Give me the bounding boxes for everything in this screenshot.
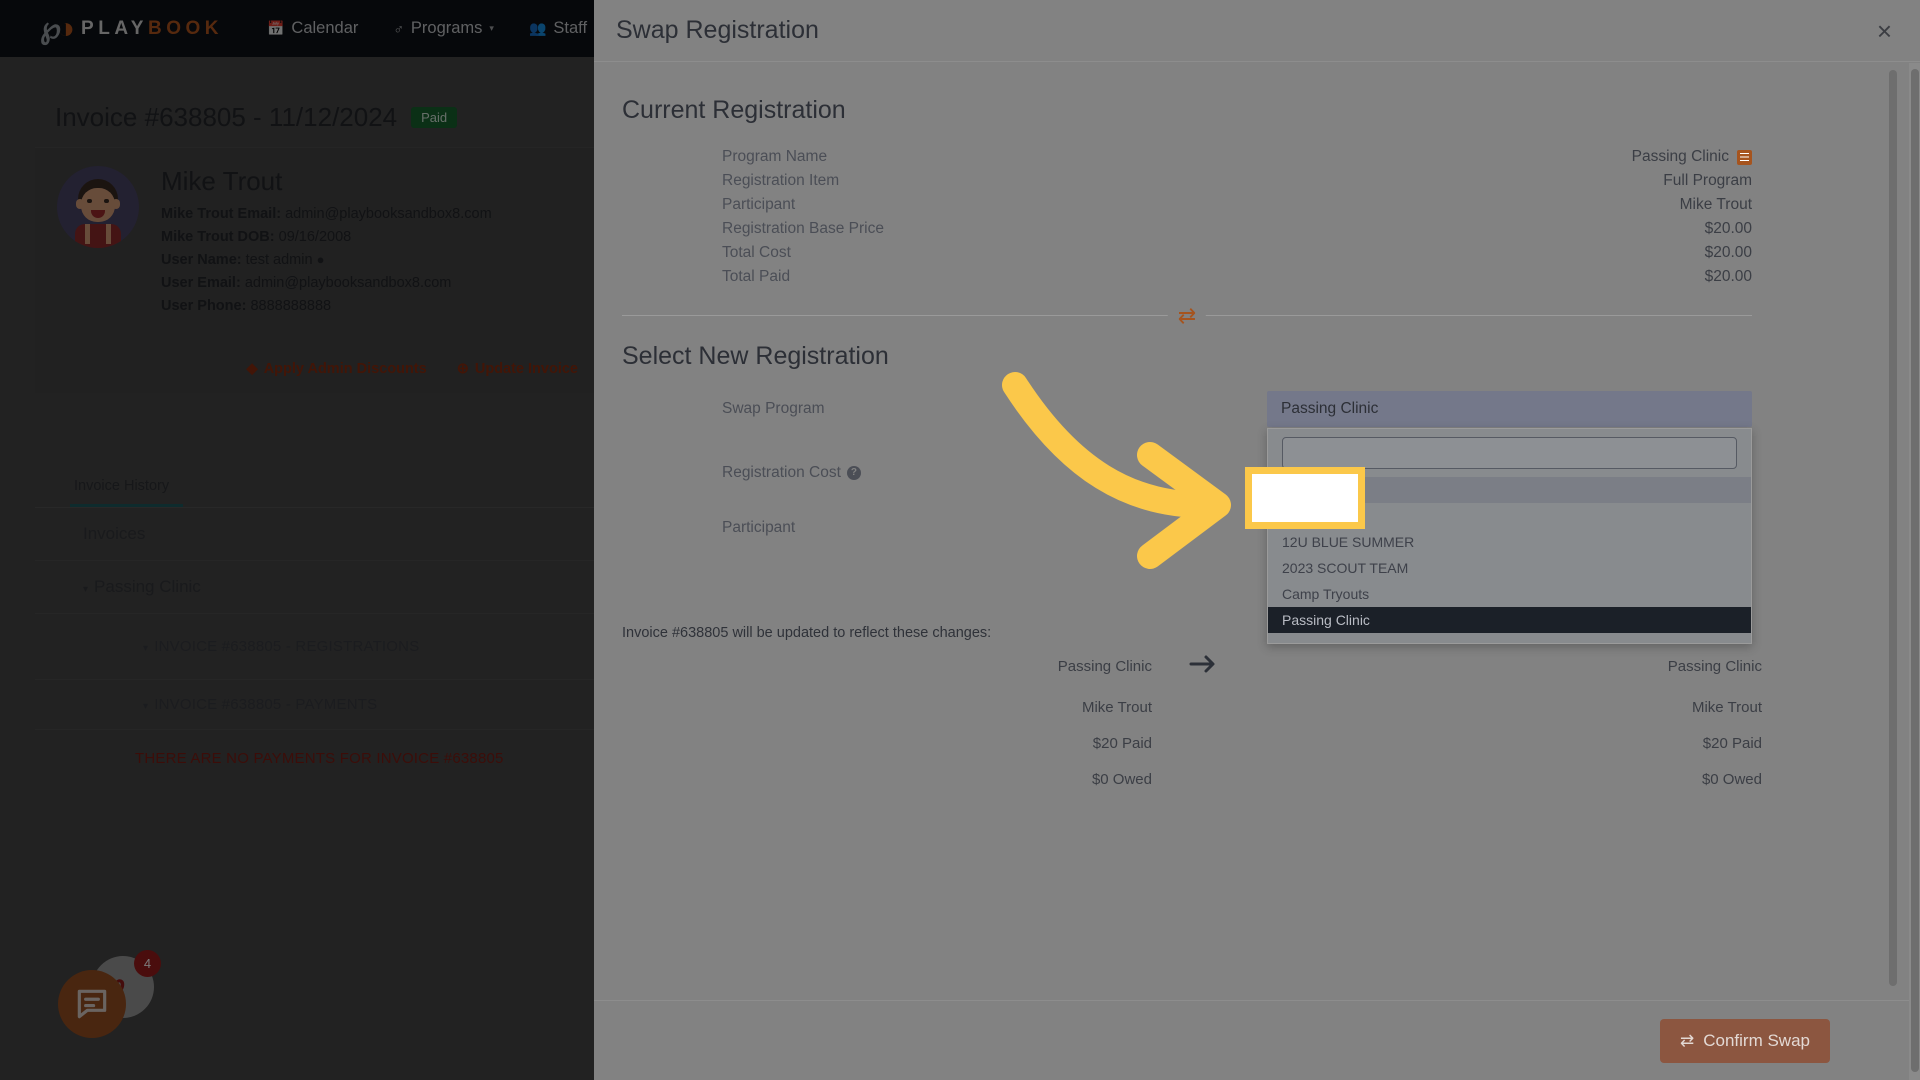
table-row: Total Paid $20.00: [622, 265, 1752, 289]
summary-left-value: Mike Trout: [622, 699, 1174, 716]
summary-left-value: Passing Clinic: [622, 658, 1174, 675]
list-icon[interactable]: [1737, 150, 1752, 165]
swap-program-select-wrapper: Passing Clinic Scoring Camp 12U BLUE SUM…: [1267, 391, 1752, 427]
row-label: Registration Base Price: [622, 220, 884, 238]
dropdown-option-label: 12U BLUE SUMMER: [1282, 534, 1414, 550]
dropdown-option-label: Camp Tryouts: [1282, 586, 1369, 602]
summary-right-value: $20 Paid: [1232, 735, 1762, 752]
inner-scrollbar-thumb[interactable]: [1889, 70, 1897, 986]
participant-label: Participant: [622, 510, 795, 537]
row-value-text: Passing Clinic: [1632, 148, 1729, 166]
dropdown-footer-pad: [1268, 633, 1751, 643]
table-row: Registration Base Price $20.00: [622, 217, 1752, 241]
summary-left-value: $0 Owed: [622, 771, 1174, 788]
inner-scrollbar[interactable]: [1887, 62, 1898, 1000]
modal-body: Current Registration Program Name Passin…: [594, 62, 1920, 1000]
row-value: $20.00: [1705, 220, 1752, 238]
modal-scrollbar-thumb[interactable]: [1911, 69, 1919, 1072]
dropdown-option-camp-tryouts[interactable]: Camp Tryouts: [1268, 581, 1751, 607]
confirm-swap-button[interactable]: ⇄ Confirm Swap: [1660, 1019, 1830, 1063]
dropdown-option-label: Passing Clinic: [1282, 612, 1370, 628]
summary-row: Passing Clinic Passing Clinic: [622, 653, 1762, 680]
summary-row: $0 Owed $0 Owed: [622, 771, 1762, 788]
modal-footer: ⇄ Confirm Swap: [594, 1000, 1920, 1080]
summary-row: Mike Trout Mike Trout: [622, 699, 1762, 716]
swap-program-label: Swap Program: [622, 391, 825, 418]
row-label: Registration Item: [622, 172, 839, 190]
section-divider: ⇄: [622, 315, 1752, 316]
shuffle-icon: ⇄: [1168, 305, 1206, 327]
row-label: Total Paid: [622, 268, 790, 286]
modal-title: Swap Registration: [616, 16, 819, 45]
confirm-swap-label: Confirm Swap: [1703, 1031, 1810, 1051]
dropdown-option-passing-clinic[interactable]: Passing Clinic: [1268, 607, 1751, 633]
dropdown-option-12u-blue-summer[interactable]: 12U BLUE SUMMER: [1268, 529, 1751, 555]
dropdown-option-label: 2023 SCOUT TEAM: [1282, 560, 1408, 576]
swap-registration-modal: Swap Registration × Current Registration…: [594, 0, 1920, 1080]
dropdown-search-input[interactable]: [1282, 437, 1737, 469]
row-value: Mike Trout: [1680, 196, 1752, 214]
dropdown-option-scoring-camp[interactable]: Scoring Camp: [1268, 477, 1751, 503]
dropdown-option-2023-scout-team[interactable]: 2023 SCOUT TEAM: [1268, 555, 1751, 581]
summary-right-value: Mike Trout: [1232, 699, 1762, 716]
modal-scrollbar[interactable]: [1909, 63, 1920, 1080]
row-label: Program Name: [622, 148, 827, 166]
summary-left-value: $20 Paid: [622, 735, 1174, 752]
summary-row: $20 Paid $20 Paid: [622, 735, 1762, 752]
summary-right-value: $0 Owed: [1232, 771, 1762, 788]
swap-program-dropdown: Scoring Camp 12U BLUE SUMMER 2023 SCOUT …: [1267, 428, 1752, 644]
help-circle-icon[interactable]: ?: [847, 466, 861, 480]
row-value: Passing Clinic: [1632, 148, 1752, 166]
summary-right-value: Passing Clinic: [1232, 658, 1762, 675]
close-icon[interactable]: ×: [1877, 18, 1892, 44]
registration-cost-label: Registration Cost ?: [622, 455, 861, 482]
row-label: Participant: [622, 196, 795, 214]
select-new-registration-heading: Select New Registration: [622, 342, 1860, 371]
table-row: Program Name Passing Clinic: [622, 145, 1752, 169]
arrow-right-icon: [1174, 653, 1232, 680]
swap-program-row: Swap Program Passing Clinic Scoring Camp…: [622, 391, 1752, 427]
row-value: $20.00: [1705, 244, 1752, 262]
shuffle-icon: ⇄: [1680, 1031, 1694, 1051]
current-registration-heading: Current Registration: [622, 96, 1860, 125]
table-row: Total Cost $20.00: [622, 241, 1752, 265]
registration-cost-label-text: Registration Cost: [722, 464, 841, 482]
row-value: $20.00: [1705, 268, 1752, 286]
modal-header: Swap Registration ×: [594, 0, 1920, 62]
table-row: Registration Item Full Program: [622, 169, 1752, 193]
table-row: Participant Mike Trout: [622, 193, 1752, 217]
dropdown-option-label: [1282, 508, 1286, 524]
row-value: Full Program: [1663, 172, 1752, 190]
row-label: Total Cost: [622, 244, 791, 262]
current-registration-table: Program Name Passing Clinic Registration…: [622, 145, 1752, 289]
dropdown-option-hidden[interactable]: [1268, 503, 1751, 529]
swap-program-select[interactable]: Passing Clinic: [1267, 391, 1752, 427]
